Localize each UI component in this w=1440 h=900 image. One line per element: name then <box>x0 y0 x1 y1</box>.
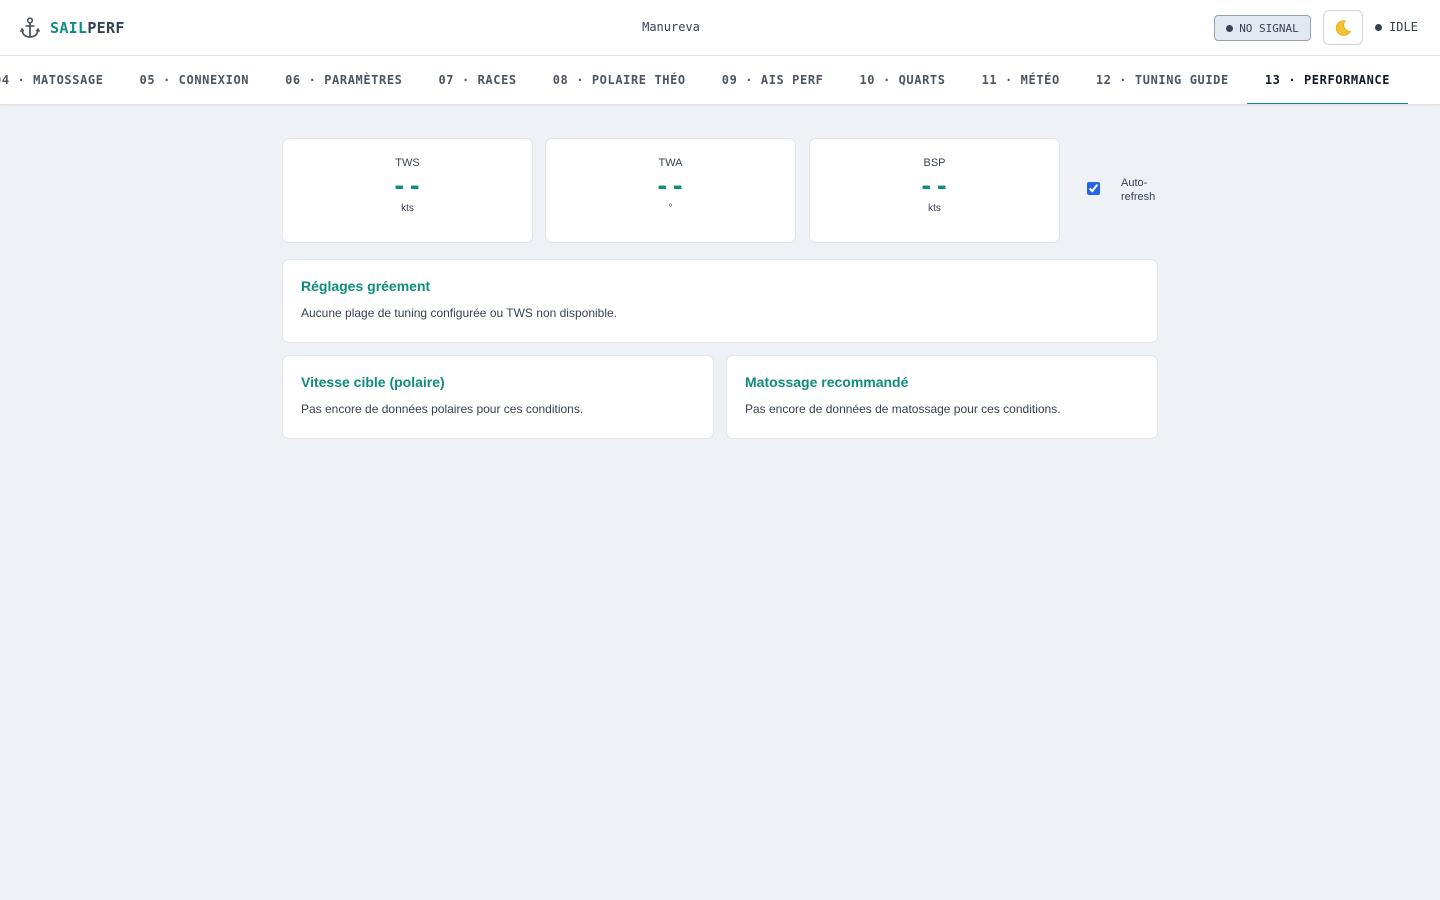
target-speed-text: Pas encore de données polaires pour ces … <box>301 402 584 416</box>
tab-meteo[interactable]: 11 · MÉTÉO <box>964 56 1078 104</box>
bsp-label: BSP <box>923 157 946 169</box>
tab-polaire-theo[interactable]: 08 · POLAIRE THÉO <box>535 56 704 104</box>
twa-card: TWA -- ° <box>545 138 796 243</box>
rigging-settings-panel: Réglages gréement Aucune plage de tuning… <box>282 259 1158 343</box>
autorefresh-label[interactable]: Auto-refresh <box>1121 176 1161 204</box>
status-dot-icon <box>1375 23 1382 31</box>
tab-strip: 04 · MATOSSAGE 05 · CONNEXION 06 · PARAM… <box>0 56 1409 104</box>
tab-ais-perf[interactable]: 09 · AIS PERF <box>704 56 842 104</box>
signal-status-label: NO SIGNAL <box>1239 21 1299 35</box>
theme-toggle-button[interactable] <box>1323 10 1363 45</box>
autorefresh-control: Auto-refresh <box>1087 176 1161 204</box>
twa-unit: ° <box>668 203 673 214</box>
tab-races[interactable]: 07 · RACES <box>420 56 534 104</box>
tab-quarts[interactable]: 10 · QUARTS <box>841 56 963 104</box>
tws-label: TWS <box>395 157 420 169</box>
sail-trim-title: Matossage recommandé <box>745 374 909 390</box>
tws-value: -- <box>392 172 423 200</box>
rigging-settings-title: Réglages gréement <box>301 278 431 294</box>
bsp-unit: kts <box>928 203 941 214</box>
bsp-value: -- <box>919 172 950 200</box>
sail-trim-text: Pas encore de données de matossage pour … <box>745 402 1061 416</box>
tab-matossage[interactable]: 04 · MATOSSAGE <box>0 56 122 104</box>
signal-status-badge: NO SIGNAL <box>1214 15 1311 41</box>
tab-bar: 04 · MATOSSAGE 05 · CONNEXION 06 · PARAM… <box>0 56 1440 105</box>
tab-parametres[interactable]: 06 · PARAMÈTRES <box>267 56 420 104</box>
moon-icon <box>1335 19 1351 36</box>
signal-dot-icon <box>1226 24 1234 32</box>
sail-trim-panel: Matossage recommandé Pas encore de donné… <box>726 355 1158 439</box>
target-speed-panel: Vitesse cible (polaire) Pas encore de do… <box>282 355 714 439</box>
tws-unit: kts <box>401 203 414 214</box>
tab-connexion[interactable]: 05 · CONNEXION <box>122 56 268 104</box>
connection-status: IDLE <box>1375 20 1418 34</box>
target-speed-title: Vitesse cible (polaire) <box>301 374 445 390</box>
rigging-settings-text: Aucune plage de tuning configurée ou TWS… <box>301 306 618 320</box>
tab-performance[interactable]: 13 · PERFORMANCE <box>1246 56 1409 104</box>
autorefresh-checkbox[interactable] <box>1087 182 1100 195</box>
twa-value: -- <box>655 172 686 200</box>
app-header: SAILPERF Manureva NO SIGNAL IDLE <box>0 0 1440 56</box>
bsp-card: BSP -- kts <box>809 138 1060 243</box>
tab-tuning-guide[interactable]: 12 · TUNING GUIDE <box>1078 56 1247 104</box>
twa-label: TWA <box>658 157 683 169</box>
status-label: IDLE <box>1389 20 1418 34</box>
tws-card: TWS -- kts <box>282 138 533 243</box>
boat-name: Manureva <box>642 20 700 34</box>
